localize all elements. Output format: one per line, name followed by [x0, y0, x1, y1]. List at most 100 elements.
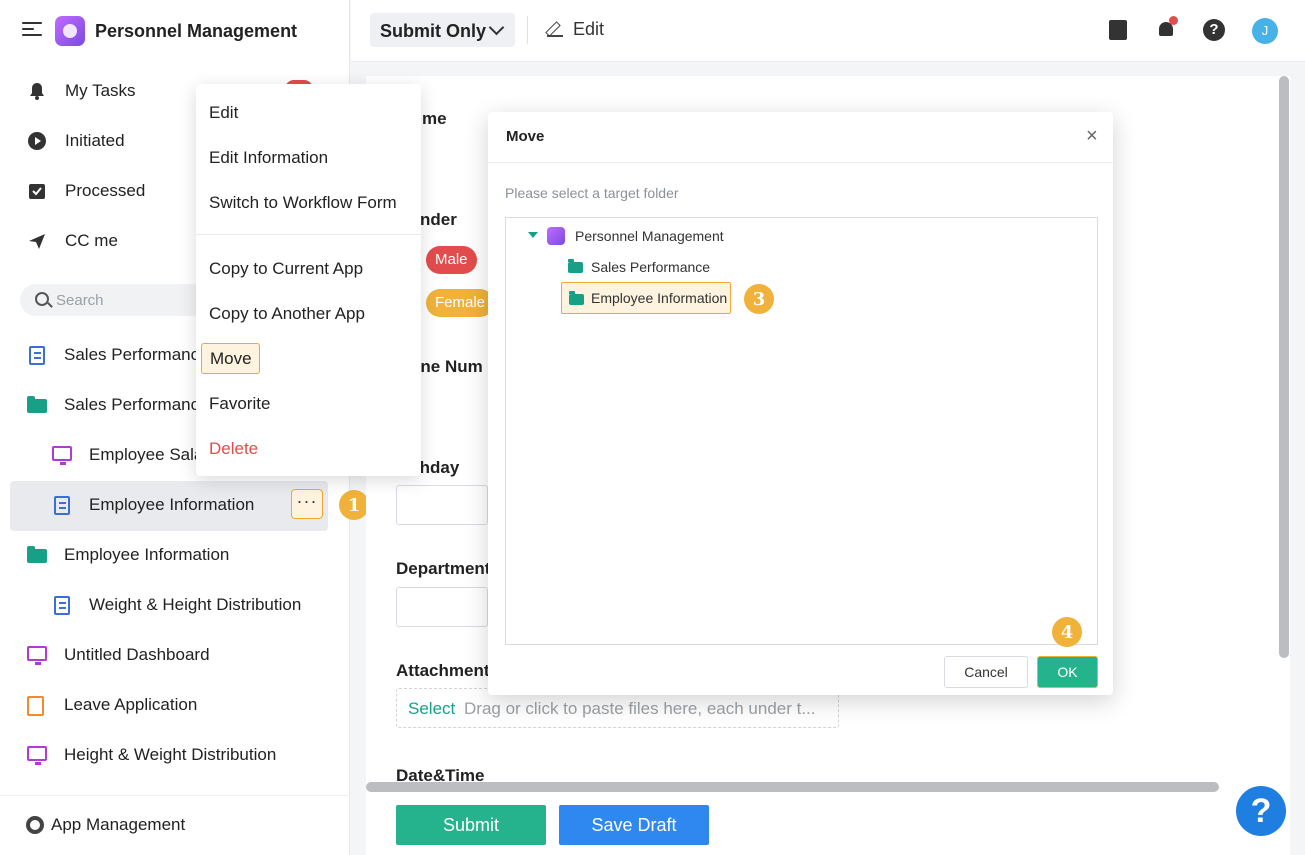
- menu-divider: [196, 234, 421, 235]
- folder-icon: [568, 259, 583, 273]
- attachment-select-link[interactable]: Select: [408, 699, 455, 719]
- help-icon[interactable]: ?: [1203, 19, 1225, 41]
- check-square-icon: [29, 184, 45, 199]
- menu-item-copy-current-app[interactable]: Copy to Current App: [209, 259, 363, 279]
- field-label-department: Department: [396, 559, 491, 578]
- menu-item-copy-another-app[interactable]: Copy to Another App: [209, 304, 365, 324]
- tree-item-label: Employee Sala: [89, 445, 204, 464]
- dashboard-icon: [27, 646, 47, 665]
- menu-item-edit-information[interactable]: Edit Information: [209, 148, 328, 168]
- folder-tree-node-label: Employee Information: [591, 290, 728, 306]
- dialog-title: Move: [506, 128, 545, 145]
- close-icon[interactable]: ×: [1086, 126, 1098, 146]
- cancel-button[interactable]: Cancel: [944, 656, 1028, 688]
- attachment-hint: Drag or click to paste files here, each …: [464, 699, 816, 718]
- context-menu: Edit Edit Information Switch to Workflow…: [196, 84, 421, 476]
- divider: [527, 16, 528, 44]
- folder-tree-node-employee-information[interactable]: Employee Information: [561, 282, 731, 314]
- vertical-scrollbar[interactable]: [1279, 76, 1289, 658]
- field-label-attachment: Attachment: [396, 661, 490, 680]
- tree-item-employee-information-folder[interactable]: Employee Information: [0, 531, 350, 581]
- menu-item-move[interactable]: Move: [201, 343, 260, 374]
- floating-help-button[interactable]: ?: [1236, 786, 1286, 836]
- tree-item-label: Employee Information: [89, 495, 255, 514]
- step-marker-3: 3: [744, 284, 774, 314]
- nav-label: CC me: [65, 231, 118, 250]
- move-dialog: Move × Please select a target folder Per…: [488, 112, 1113, 695]
- app-logo-icon: [55, 16, 85, 46]
- more-icon: ···: [296, 491, 318, 511]
- pencil-icon: [547, 21, 563, 37]
- menu-item-delete[interactable]: Delete: [209, 439, 258, 459]
- avatar[interactable]: J: [1252, 18, 1278, 44]
- birthday-field[interactable]: [396, 485, 488, 525]
- menu-item-edit[interactable]: Edit: [209, 103, 238, 123]
- folder-tree: Personnel Management Sales Performance E…: [505, 217, 1098, 647]
- bell-icon: [30, 83, 44, 100]
- department-field[interactable]: [396, 587, 488, 627]
- more-options-button[interactable]: ···: [291, 489, 323, 519]
- search-input[interactable]: [56, 284, 206, 316]
- form-icon: [54, 596, 70, 615]
- tree-item-leave-application[interactable]: Leave Application: [0, 681, 350, 731]
- nav-label: Initiated: [65, 131, 125, 150]
- nav-label: Processed: [65, 181, 146, 200]
- field-label-name: me: [422, 109, 447, 128]
- mode-label: Submit Only: [380, 21, 487, 41]
- menu-icon[interactable]: [22, 22, 42, 38]
- mode-dropdown[interactable]: Submit Only: [370, 13, 515, 47]
- horizontal-scrollbar[interactable]: [366, 782, 1219, 792]
- search-icon: [35, 292, 49, 306]
- ok-button[interactable]: OK: [1037, 656, 1098, 688]
- folder-icon: [27, 396, 47, 413]
- notification-bell-icon[interactable]: [1157, 16, 1178, 40]
- tree-item-label: Leave Application: [64, 695, 198, 714]
- play-circle-icon: [28, 132, 46, 150]
- gender-option-female[interactable]: Female: [426, 289, 495, 317]
- gender-option-male[interactable]: Male: [426, 246, 477, 274]
- tree-item-label: Untitled Dashboard: [64, 645, 210, 664]
- tree-item-weight-height-distribution[interactable]: Weight & Height Distribution: [0, 581, 350, 631]
- tree-item-untitled-dashboard[interactable]: Untitled Dashboard: [0, 631, 350, 681]
- tree-item-label: Weight & Height Distribution: [89, 595, 302, 614]
- folder-icon: [27, 546, 47, 563]
- book-icon[interactable]: [1109, 20, 1127, 40]
- dialog-divider: [488, 162, 1113, 163]
- menu-item-move-label: Move: [210, 349, 252, 368]
- app-title: Personnel Management: [95, 21, 298, 41]
- dashboard-icon: [52, 446, 72, 465]
- gear-icon: [26, 816, 44, 834]
- dialog-hint: Please select a target folder: [505, 185, 679, 201]
- edit-label: Edit: [573, 19, 605, 39]
- caret-down-icon[interactable]: [528, 232, 538, 238]
- menu-item-switch-workflow[interactable]: Switch to Workflow Form: [209, 193, 397, 213]
- app-management-label: App Management: [51, 815, 186, 834]
- folder-tree-root[interactable]: Personnel Management: [575, 228, 724, 244]
- tree-item-label: Sales Performanc: [64, 345, 200, 364]
- save-draft-button[interactable]: Save Draft: [559, 805, 709, 845]
- app-header: Personnel Management: [0, 0, 350, 62]
- app-management-button[interactable]: App Management: [0, 795, 350, 855]
- app-logo-icon: [547, 227, 565, 245]
- dashboard-icon: [27, 746, 47, 765]
- folder-tree-node-sales-performance[interactable]: Sales Performance: [591, 259, 710, 275]
- step-marker-4: 4: [1052, 617, 1082, 647]
- step-marker-1: 1: [339, 490, 369, 520]
- nav-label: My Tasks: [65, 81, 136, 100]
- top-bar: Submit Only Edit ? J: [351, 0, 1305, 62]
- submit-button[interactable]: Submit: [396, 805, 546, 845]
- tree-item-label: Employee Information: [64, 545, 230, 564]
- send-icon: [29, 234, 45, 249]
- tree-item-employee-information-form[interactable]: Employee Information: [10, 481, 328, 531]
- form-icon: [29, 346, 45, 365]
- clipboard-icon: [27, 696, 44, 716]
- folder-icon: [569, 291, 584, 305]
- chevron-down-icon: [488, 19, 505, 36]
- field-label-gender: nder: [420, 210, 457, 229]
- form-icon: [54, 496, 70, 515]
- menu-item-favorite[interactable]: Favorite: [209, 394, 270, 414]
- tree-item-label: Height & Weight Distribution: [64, 745, 277, 764]
- tree-item-label: Sales Performanc: [64, 395, 200, 414]
- search-box: [20, 284, 210, 316]
- tree-item-height-weight-distribution[interactable]: Height & Weight Distribution: [0, 731, 350, 781]
